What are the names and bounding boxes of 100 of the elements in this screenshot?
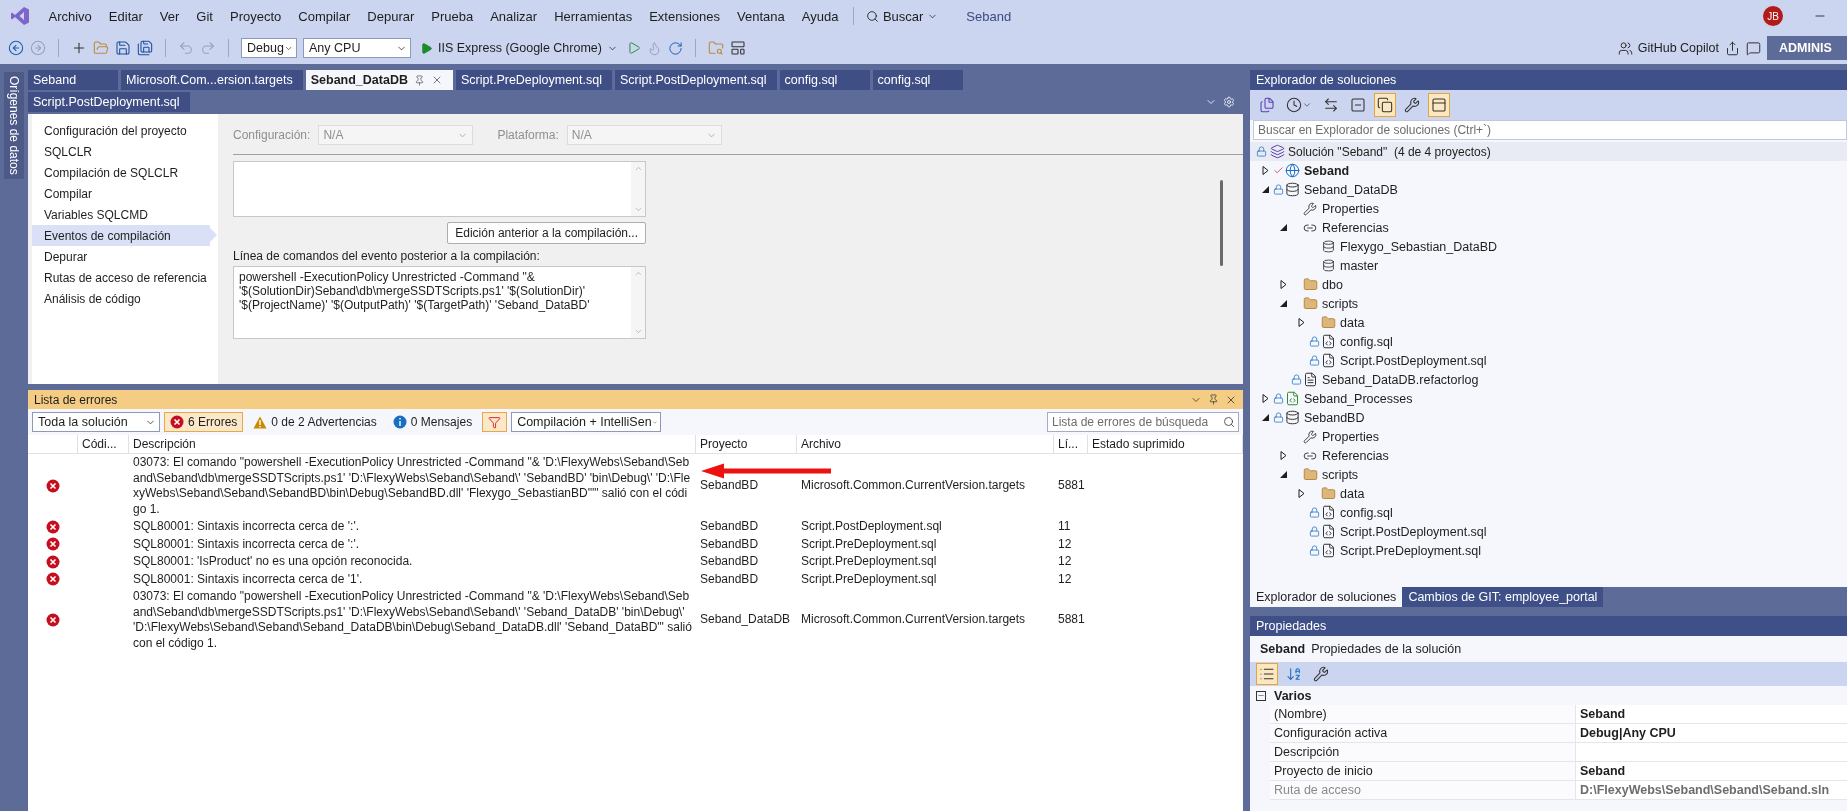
tree-item[interactable]: dbo [1322,277,1343,292]
menu-item[interactable]: Prueba [422,8,482,24]
logo-icon[interactable] [10,6,30,26]
feedback-icon[interactable] [1746,40,1761,56]
tree-item[interactable]: Seband_Processes [1304,391,1413,406]
panel-tab[interactable]: Cambios de GIT: employee_portal [1402,587,1604,607]
pin-icon[interactable] [413,74,425,86]
menu-item[interactable]: Compilar [289,8,359,24]
document-tab[interactable]: config.sql [779,70,870,90]
expand-arrow-icon[interactable] [1296,318,1306,327]
expand-arrow-icon[interactable] [1260,166,1270,175]
run-button[interactable]: IIS Express (Google Chrome) [417,41,621,55]
collapse-icon[interactable] [1256,690,1266,701]
search-field[interactable]: Buscar en Explorador de soluciones (Ctrl+`) [1253,120,1847,140]
tree-item[interactable]: Flexygo_Sebastian_DataBD [1340,239,1498,254]
nav-item[interactable]: Análisis de código [32,288,210,309]
tree-item[interactable]: master [1340,258,1379,273]
share-icon[interactable] [1725,40,1740,56]
menu-item[interactable]: Ayuda [793,8,847,24]
property-value[interactable]: Seband [1576,705,1847,724]
property-name[interactable]: Descripción [1270,743,1576,762]
collapse-arrow-icon[interactable] [1260,413,1270,422]
tree-item[interactable]: scripts [1322,296,1359,311]
nav-item[interactable]: SQLCLR [32,141,210,162]
menu-item[interactable]: Ver [151,8,188,24]
scrollbar[interactable] [1220,180,1223,266]
document-tab[interactable]: Microsoft.Com...ersion.targets [121,70,303,90]
document-tab[interactable]: Seband [28,70,118,90]
menu-item[interactable]: Ventana [728,8,794,24]
nav-item[interactable]: Compilar [32,183,210,204]
column-header[interactable]: Archivo [797,435,1054,453]
menu-item[interactable]: Git [187,8,222,24]
document-tab[interactable]: Script.PreDeployment.sql [455,70,612,90]
tree-item[interactable]: data [1340,315,1365,330]
property-value[interactable]: Debug|Any CPU [1576,724,1847,743]
expand-arrow-icon[interactable] [1296,489,1306,498]
scope-select[interactable]: Toda la solución [32,412,160,432]
filter-toggle[interactable]: 6 Errores [164,412,244,432]
tree-item[interactable]: config.sql [1340,334,1393,349]
expand-arrow-icon[interactable] [1260,394,1270,403]
property-value[interactable]: Seband [1576,762,1847,781]
menu-item[interactable]: Analizar [481,8,546,24]
tree-item[interactable]: Script.PostDeployment.sql [1340,524,1487,539]
column-header[interactable]: Descripción [129,435,696,453]
tree-item[interactable]: Script.PreDeployment.sql [1340,543,1482,558]
collapse-arrow-icon[interactable] [1278,470,1288,479]
expand-arrow-icon[interactable] [1278,280,1288,289]
column-header[interactable]: Lí... [1054,435,1088,453]
save-icon[interactable] [115,40,131,56]
panel-tab[interactable]: Explorador de soluciones [1250,587,1403,607]
tree-item[interactable]: Referencias [1322,220,1389,235]
layout-icon[interactable] [729,40,746,56]
tree-item[interactable]: Script.PostDeployment.sql [1340,353,1487,368]
configuration-select[interactable]: Debug [241,38,297,58]
menu-item[interactable]: Extensiones [640,8,729,24]
copilot-button[interactable]: GitHub Copilot [1617,40,1719,56]
nav-item[interactable]: Configuración del proyecto [32,120,210,141]
search-field[interactable]: Lista de errores de búsqueda [1047,412,1239,432]
tree-item[interactable]: Seband [1304,163,1350,178]
menu-item[interactable]: Proyecto [221,8,290,24]
menu-item[interactable]: Depurar [358,8,423,24]
tree-item[interactable]: Properties [1322,201,1379,216]
menu-item[interactable]: Herramientas [545,8,641,24]
refresh-icon[interactable] [667,40,683,56]
side-tab[interactable]: Orígenes de datos [4,72,24,179]
filter-toggle[interactable]: 0 de 2 Advertencias [247,412,383,432]
search-menu[interactable]: Buscar [859,8,945,24]
column-header[interactable]: Códi... [78,435,129,453]
tree-item[interactable]: config.sql [1340,505,1393,520]
avatar[interactable]: JB [1763,6,1783,26]
document-tab[interactable]: Script.PostDeployment.sql [28,92,190,112]
property-name[interactable]: Configuración activa [1270,724,1576,743]
tree-item[interactable]: Properties [1322,429,1379,444]
nav-item[interactable]: Variables SQLCMD [32,204,210,225]
account-button[interactable]: ADMINIS [1767,36,1847,60]
tree-item[interactable]: Seband_DataDB [1304,182,1398,197]
nav-item[interactable]: Compilación de SQLCLR [32,162,210,183]
source-select[interactable]: Compilación + IntelliSen [511,412,662,432]
new-item-icon[interactable] [71,40,87,56]
play-outline-icon[interactable] [626,41,641,55]
pre-build-button[interactable]: Edición anterior a la compilación... [447,222,646,244]
property-name[interactable]: Proyecto de inicio [1270,762,1576,781]
tree-item[interactable]: Seband_DataDB.refactorlog [1322,372,1479,387]
collapse-arrow-icon[interactable] [1278,223,1288,232]
menu-item[interactable]: Editar [100,8,152,24]
menu-item[interactable]: Archivo [40,8,101,24]
back-icon[interactable] [8,40,24,56]
document-tab[interactable]: config.sql [872,70,963,90]
filter-toggle[interactable]: 0 Mensajes [386,412,479,432]
platform-select[interactable]: Any CPU [303,38,411,58]
nav-item[interactable]: Depurar [32,246,210,267]
collapse-arrow-icon[interactable] [1260,185,1270,194]
tree-item[interactable]: scripts [1322,467,1359,482]
tree-item[interactable]: Referencias [1322,448,1389,463]
collapse-arrow-icon[interactable] [1278,299,1288,308]
settings-icon[interactable] [1223,96,1235,108]
expand-arrow-icon[interactable] [1278,451,1288,460]
document-tab[interactable]: Script.PostDeployment.sql [615,70,777,90]
document-tab[interactable]: Seband_DataDB [305,70,453,90]
tree-item[interactable]: SebandBD [1304,410,1365,425]
